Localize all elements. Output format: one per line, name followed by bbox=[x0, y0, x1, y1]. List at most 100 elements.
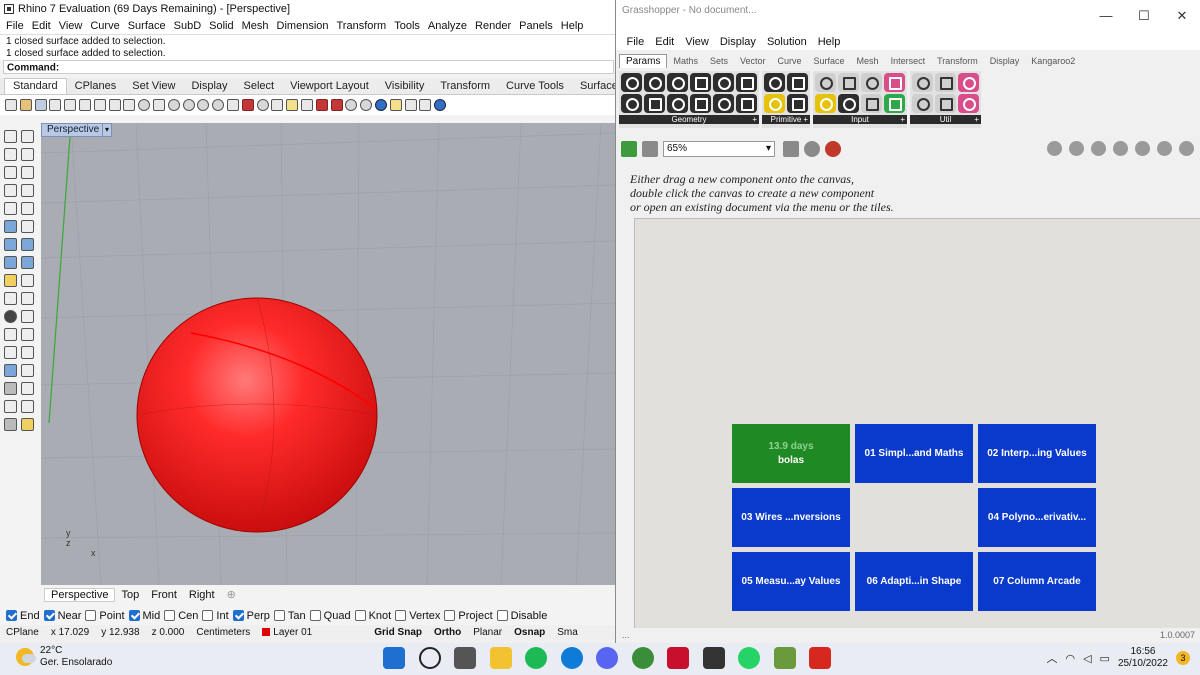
circle-icon[interactable] bbox=[4, 166, 17, 179]
rhino-menu-edit[interactable]: Edit bbox=[28, 20, 55, 32]
chamfer-icon[interactable] bbox=[21, 310, 34, 323]
help-icon[interactable] bbox=[434, 99, 447, 111]
zoom-window-icon[interactable] bbox=[182, 99, 195, 111]
select-arrow-icon[interactable] bbox=[4, 130, 17, 143]
gh-tab-transform[interactable]: Transform bbox=[931, 55, 984, 67]
boolean-param-icon[interactable] bbox=[764, 73, 785, 92]
rhino-menu-file[interactable]: File bbox=[2, 20, 28, 32]
curve-icon[interactable] bbox=[21, 148, 34, 161]
slider-icon[interactable] bbox=[861, 73, 882, 92]
preview-shaded-icon[interactable] bbox=[1091, 141, 1106, 156]
rhino-menu-help[interactable]: Help bbox=[557, 20, 588, 32]
gh-menu-view[interactable]: View bbox=[680, 36, 715, 48]
tile-03[interactable]: 03 Wires ...nversions bbox=[732, 488, 850, 547]
status-osnap[interactable]: Osnap bbox=[508, 627, 551, 638]
point-icon[interactable] bbox=[21, 130, 34, 143]
properties-icon[interactable] bbox=[64, 99, 77, 111]
gh-tab-maths[interactable]: Maths bbox=[667, 55, 704, 67]
zoom-select[interactable]: 65% bbox=[663, 141, 775, 157]
status-layer[interactable]: Layer 01 bbox=[256, 627, 318, 638]
group-icon[interactable] bbox=[4, 364, 17, 377]
ribbon-label-primitive[interactable]: Primitive bbox=[762, 115, 810, 124]
osnap-perp[interactable]: Perp bbox=[232, 610, 270, 622]
save-document-icon[interactable] bbox=[642, 141, 658, 157]
gh-menu-display[interactable]: Display bbox=[714, 36, 761, 48]
set-cplane-icon[interactable] bbox=[271, 99, 284, 111]
red-sphere[interactable] bbox=[136, 297, 378, 533]
osnap-int[interactable]: Int bbox=[202, 610, 229, 622]
weather-widget[interactable]: 22°C Ger. Ensolarado bbox=[16, 645, 112, 669]
material-icon[interactable] bbox=[360, 99, 373, 111]
brep-param-icon[interactable] bbox=[713, 94, 734, 113]
osnap-vertex[interactable]: Vertex bbox=[395, 610, 440, 622]
align-icon[interactable] bbox=[21, 382, 34, 395]
viewport-tab-front[interactable]: Front bbox=[145, 589, 183, 601]
color-wheel-icon[interactable] bbox=[330, 99, 343, 111]
osnap-mid[interactable]: Mid bbox=[128, 610, 160, 622]
osnap-near[interactable]: Near bbox=[43, 610, 81, 622]
tile-01[interactable]: 01 Simpl...and Maths bbox=[855, 424, 973, 483]
close-icon[interactable]: ✕ bbox=[1163, 8, 1200, 24]
render-sphere-icon[interactable] bbox=[345, 99, 358, 111]
status-units[interactable]: Centimeters bbox=[190, 627, 256, 638]
plane-param-icon[interactable] bbox=[644, 94, 665, 113]
rotate-view-icon[interactable] bbox=[152, 99, 165, 111]
options-icon[interactable] bbox=[389, 99, 402, 111]
add-viewport-icon[interactable]: ⊕ bbox=[221, 588, 242, 601]
cut-icon[interactable] bbox=[78, 99, 91, 111]
ribbon-label-geometry[interactable]: Geometry bbox=[619, 115, 759, 124]
tab-surface-tools[interactable]: Surface Tools bbox=[572, 79, 617, 94]
undo-icon[interactable] bbox=[123, 99, 136, 111]
array-icon[interactable] bbox=[4, 382, 17, 395]
cherry-icon[interactable] bbox=[912, 73, 933, 92]
arc-param-icon[interactable] bbox=[713, 73, 734, 92]
preview-eye-icon[interactable] bbox=[804, 141, 820, 157]
osnap-point[interactable]: Point bbox=[85, 610, 125, 622]
status-cplane[interactable]: CPlane bbox=[0, 627, 45, 638]
rhino-menu-surface[interactable]: Surface bbox=[124, 20, 170, 32]
inkscape-icon[interactable] bbox=[631, 647, 654, 669]
line-param-icon[interactable] bbox=[621, 94, 642, 113]
ellipse-icon[interactable] bbox=[4, 184, 17, 197]
value-list-icon[interactable] bbox=[861, 94, 882, 113]
grasshopper-canvas[interactable]: 13.9 days bolas 01 Simpl...and Maths 02 … bbox=[634, 218, 1200, 628]
spotify-icon[interactable] bbox=[525, 647, 547, 669]
osnap-quad[interactable]: Quad bbox=[309, 610, 351, 622]
named-views-icon[interactable] bbox=[256, 99, 269, 111]
toggle-icon[interactable] bbox=[838, 94, 859, 113]
notification-badge[interactable]: 3 bbox=[1176, 651, 1190, 665]
arrow-right-icon[interactable] bbox=[935, 94, 956, 113]
tab-display[interactable]: Display bbox=[183, 79, 235, 94]
status-ortho[interactable]: Ortho bbox=[428, 627, 467, 638]
curve-param-icon[interactable] bbox=[736, 73, 757, 92]
four-views-icon[interactable] bbox=[226, 99, 239, 111]
preview-mesh-icon[interactable] bbox=[1135, 141, 1150, 156]
discord-icon[interactable] bbox=[596, 647, 618, 669]
tile-bolas[interactable]: 13.9 days bolas bbox=[732, 424, 850, 483]
tile-04[interactable]: 04 Polyno...erivativ... bbox=[978, 488, 1096, 547]
file-path-icon[interactable] bbox=[838, 73, 859, 92]
layer-icon[interactable] bbox=[315, 99, 328, 111]
polygon-icon[interactable] bbox=[4, 202, 17, 215]
grasshopper-toggle-icon[interactable] bbox=[419, 99, 432, 111]
geometry-param-icon[interactable] bbox=[621, 73, 642, 92]
rhino-app-icon[interactable] bbox=[702, 647, 725, 669]
rhino-menu-transform[interactable]: Transform bbox=[333, 20, 391, 32]
rhino-menu-mesh[interactable]: Mesh bbox=[238, 20, 273, 32]
trim-icon[interactable] bbox=[21, 292, 34, 305]
gh-menu-file[interactable]: File bbox=[621, 36, 650, 48]
vector-param-icon[interactable] bbox=[667, 73, 688, 92]
tab-visibility[interactable]: Visibility bbox=[377, 79, 433, 94]
paste-icon[interactable] bbox=[108, 99, 121, 111]
autocad-icon[interactable] bbox=[667, 647, 689, 669]
loft-icon[interactable] bbox=[21, 274, 34, 287]
box-icon[interactable] bbox=[4, 238, 17, 251]
box-param-icon[interactable] bbox=[690, 94, 711, 113]
sketch-pen-icon[interactable] bbox=[825, 141, 841, 157]
lock-icon[interactable] bbox=[300, 99, 313, 111]
tile-02[interactable]: 02 Interp...ing Values bbox=[978, 424, 1096, 483]
gh-tab-kangaroo2[interactable]: Kangaroo2 bbox=[1025, 55, 1081, 67]
render-preview-icon[interactable] bbox=[374, 99, 387, 111]
rhino-menu-curve[interactable]: Curve bbox=[86, 20, 123, 32]
gh-menu-help[interactable]: Help bbox=[812, 36, 846, 48]
